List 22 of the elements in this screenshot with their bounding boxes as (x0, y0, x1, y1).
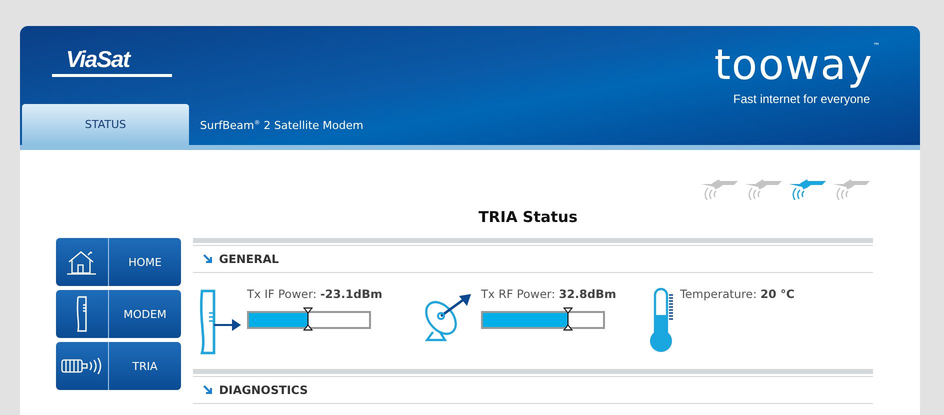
arrow-icon (203, 254, 213, 264)
brand-logo: ViaSat (52, 46, 172, 77)
modem-arrow-icon (198, 289, 242, 355)
dish-icon (423, 292, 473, 342)
metric-text: Tx IF Power: -23.1dBm (247, 287, 382, 301)
metric-text: Temperature: 20 °C (680, 287, 795, 301)
thermometer-icon (648, 287, 676, 353)
house-icon (66, 249, 98, 275)
page-title: TRIA Status (477, 208, 579, 226)
section-title: DIAGNOSTICS (219, 383, 308, 397)
nav-button[interactable]: HOME (56, 238, 181, 286)
metric-text: Tx RF Power: 32.8dBm (481, 287, 616, 301)
status-tab[interactable]: STATUS (22, 104, 189, 145)
nav-button[interactable]: TRIA (56, 342, 181, 390)
section-title: GENERAL (219, 252, 279, 266)
product-logo: tooway (714, 40, 873, 90)
arrow-icon (203, 385, 213, 395)
product-name: SurfBeam$^{®}$ 2 Satellite Modem (200, 119, 364, 132)
transmitter-icon (61, 356, 103, 376)
modem-icon (75, 295, 89, 333)
tagline: Fast internet for everyone (733, 92, 870, 106)
nav-button[interactable]: MODEM (56, 290, 181, 338)
